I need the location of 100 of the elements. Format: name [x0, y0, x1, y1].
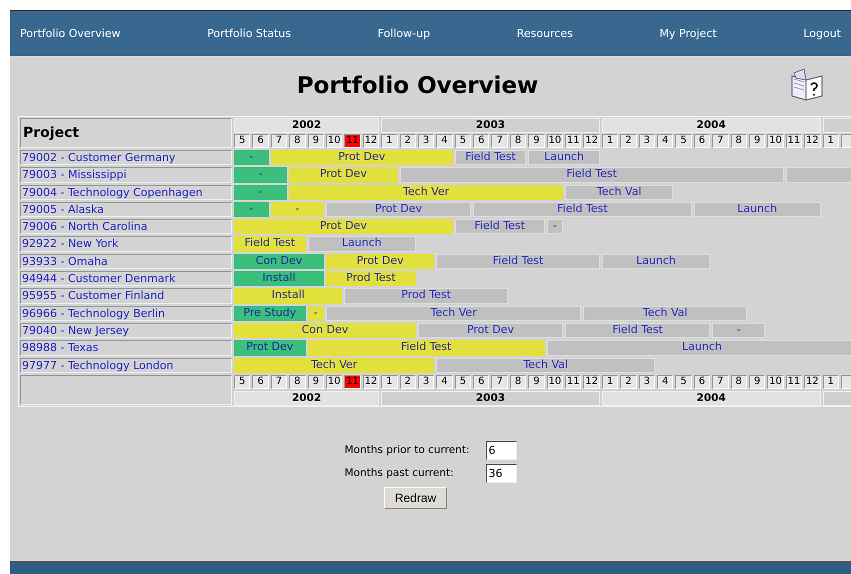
project-link[interactable]: 79003 - Mississippi — [20, 167, 232, 183]
column-header: Project — [20, 118, 232, 148]
phase-bar: Install — [234, 288, 342, 304]
nav-link[interactable]: Logout — [803, 27, 841, 40]
month-cell: 1 — [822, 134, 839, 148]
month-cell: 5 — [234, 374, 250, 389]
month-cell: 4 — [656, 134, 674, 148]
phase-bar: Launch — [528, 150, 600, 166]
nav-link[interactable]: Portfolio Status — [207, 27, 291, 40]
phase-bar: Launch — [694, 202, 820, 218]
phase-bar: - — [712, 322, 766, 338]
month-cell: 7 — [491, 374, 508, 389]
phase-bar: - — [234, 202, 269, 218]
month-cell: 10 — [546, 374, 564, 389]
project-link[interactable]: 79040 - New Jersey — [20, 322, 232, 338]
month-cell: 8 — [289, 374, 306, 389]
month-cell: 9 — [528, 374, 545, 389]
month-cell: 11 — [786, 374, 802, 389]
month-cell: 1 — [822, 374, 839, 389]
month-cell: 12 — [583, 134, 600, 148]
project-link[interactable]: 96966 - Technology Berlin — [20, 306, 232, 321]
project-link[interactable]: 95955 - Customer Finland — [20, 288, 232, 304]
month-cell: 6 — [694, 374, 710, 389]
month-cell: 6 — [473, 134, 490, 148]
month-cell: 7 — [712, 134, 729, 148]
month-cell: 1 — [602, 374, 618, 389]
month-cell: 1 — [381, 374, 398, 389]
month-cell: 7 — [712, 374, 729, 389]
month-cell: 7 — [491, 134, 508, 148]
phase-bar: Tech Val — [583, 306, 747, 321]
phase-bar: Prod Test — [344, 288, 508, 304]
month-cell: 9 — [308, 134, 324, 148]
phase-bar: - — [234, 150, 269, 166]
scrollbar[interactable] — [10, 561, 851, 574]
project-link[interactable]: 79005 - Alaska — [20, 202, 232, 218]
project-link[interactable]: 79004 - Technology Copenhagen — [20, 184, 232, 200]
phase-bar: Prot Dev — [289, 167, 398, 183]
phase-bar: Field Test — [234, 236, 306, 252]
phase-bar: Pre Study — [234, 306, 306, 321]
phase-bar: - — [546, 219, 564, 234]
nav-link[interactable]: My Project — [660, 27, 717, 40]
month-cell: 3 — [418, 374, 434, 389]
month-cell: 6 — [694, 134, 710, 148]
phase-bar: Launch — [546, 340, 851, 356]
phase-bar: Prot Dev — [326, 202, 472, 218]
month-cell: 2 — [620, 374, 637, 389]
phase-bar: - — [308, 306, 324, 321]
nav-link[interactable]: Follow-up — [378, 27, 430, 40]
month-cell: 12 — [804, 134, 820, 148]
month-cell: 6 — [252, 374, 269, 389]
month-cell: 5 — [234, 134, 250, 148]
month-cell: 2 — [400, 134, 416, 148]
page-title: Portfolio Overview — [296, 73, 538, 99]
phase-bar: Field Test — [454, 219, 545, 234]
month-cell: 12 — [583, 374, 600, 389]
month-cell: 11 — [565, 374, 582, 389]
phase-bar: Tech Val — [565, 184, 674, 200]
month-cell: 9 — [748, 134, 766, 148]
phase-bar: Field Test — [400, 167, 784, 183]
year-header: 2004 — [602, 118, 820, 133]
month-cell: 9 — [528, 134, 545, 148]
nav-link[interactable]: Resources — [516, 27, 573, 40]
month-cell: 10 — [767, 134, 784, 148]
input-field[interactable]: 36 — [486, 464, 516, 483]
phase-bar: Con Dev — [234, 254, 324, 270]
month-cell: 1 — [602, 134, 618, 148]
phase-bar: Prot Dev — [270, 150, 453, 166]
month-cell: 12 — [362, 374, 380, 389]
nav-link[interactable]: Portfolio Overview — [20, 27, 121, 40]
year-header: 2003 — [381, 118, 600, 133]
month-cell: 2 — [620, 134, 637, 148]
month-cell: 9 — [308, 374, 324, 389]
month-cell: 7 — [270, 374, 288, 389]
month-cell: 12 — [804, 374, 820, 389]
month-cell: 4 — [436, 134, 453, 148]
project-link[interactable]: 97977 - Technology London — [20, 358, 232, 373]
project-link[interactable]: 92922 - New York — [20, 236, 232, 252]
phase-bar: Prot Dev — [326, 254, 434, 270]
month-cell: 11 — [344, 134, 361, 148]
project-link[interactable]: 79006 - North Carolina — [20, 219, 232, 234]
month-cell: 6 — [252, 134, 269, 148]
month-cell: 11 — [786, 134, 802, 148]
project-link[interactable]: 94944 - Customer Denmark — [20, 271, 232, 286]
month-cell: 10 — [767, 374, 784, 389]
month-cell: 7 — [270, 134, 288, 148]
input-field[interactable]: 6 — [486, 440, 516, 460]
phase-bar: Launch — [308, 236, 416, 252]
phase-bar: Field Test — [308, 340, 545, 356]
project-link[interactable]: 98988 - Texas — [20, 340, 232, 356]
month-cell: 10 — [326, 374, 342, 389]
year-header: 2002 — [234, 118, 380, 133]
project-link[interactable]: 93933 - Omaha — [20, 254, 232, 270]
redraw-button[interactable]: Redraw — [384, 486, 447, 509]
month-cell: 8 — [289, 134, 306, 148]
project-link[interactable]: 79002 - Customer Germany — [20, 150, 232, 166]
month-cell: 5 — [675, 134, 692, 148]
help-book-icon[interactable] — [789, 68, 825, 102]
phase-bar: Tech Ver — [234, 358, 434, 373]
month-cell: 8 — [510, 374, 526, 389]
phase-bar: Prot Dev — [234, 340, 306, 356]
